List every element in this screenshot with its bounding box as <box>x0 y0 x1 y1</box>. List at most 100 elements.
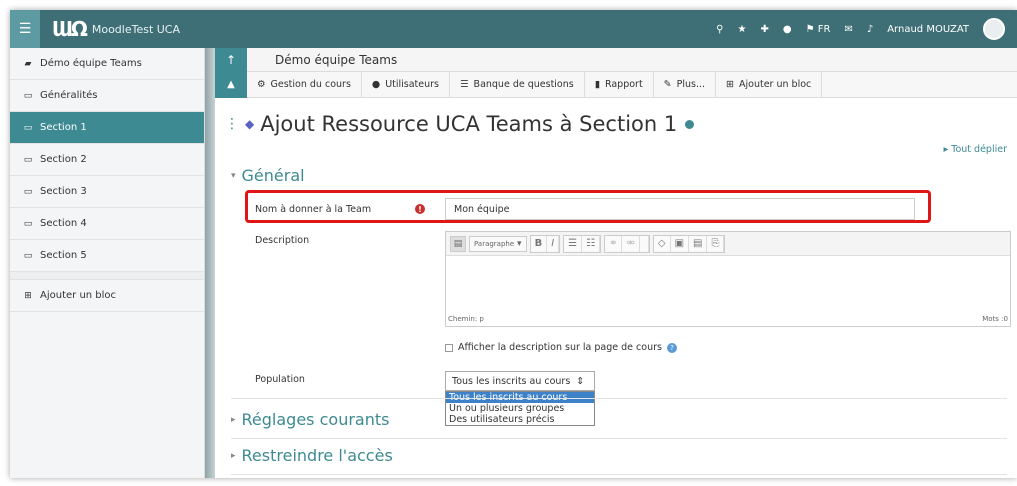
drawer-item-section-5[interactable]: ▭ Section 5 <box>10 240 204 272</box>
emoji-icon[interactable]: ◇ <box>654 235 671 252</box>
page-title: ⋮ ◆ Ajout Ressource UCA Teams à Section … <box>225 112 695 136</box>
notifications-icon[interactable]: ♪ <box>867 24 873 35</box>
section-common-settings[interactable]: ▸ Réglages courants <box>231 410 389 429</box>
link-icon[interactable]: ⚭ <box>605 235 623 252</box>
highlight-box <box>245 190 931 223</box>
empty-slot-icon <box>640 235 649 252</box>
select-arrows-icon: ⇕ <box>576 375 585 387</box>
drawer-item-section-2[interactable]: ▭ Section 2 <box>10 144 204 176</box>
section-restrict-title: Restreindre l'accès <box>241 446 393 465</box>
editor-footer: Chemin: p Mots :0 <box>446 312 1010 326</box>
show-description-checkbox[interactable] <box>445 343 453 352</box>
user-icon: ● <box>371 79 381 90</box>
avatar[interactable] <box>983 18 1005 40</box>
messages-icon[interactable]: ✉ <box>844 24 852 35</box>
expand-all-link[interactable]: ▸ Tout déplier <box>944 144 1008 155</box>
image-icon[interactable]: ▣ <box>671 235 690 252</box>
folder-icon: ▭ <box>23 122 33 133</box>
show-description-label: Afficher la description sur la page de c… <box>458 342 662 353</box>
population-select[interactable]: Tous les inscrits au cours ⇕ <box>445 371 595 391</box>
site-name[interactable]: MoodleTest UCA <box>92 23 180 36</box>
user-name[interactable]: Arnaud MOUZAT <box>887 24 969 35</box>
media-group: ◇ ▣ ▤ ⎘ <box>652 234 726 253</box>
section-restrict-access[interactable]: ▸ Restreindre l'accès <box>231 446 393 465</box>
editor-word-count: Mots :0 <box>982 315 1008 323</box>
bullet-list-icon[interactable]: ☰ <box>564 235 583 252</box>
drawer-item-section-1[interactable]: ▭ Section 1 <box>10 112 204 144</box>
main-content: ⋮ ◆ Ajout Ressource UCA Teams à Section … <box>225 98 1011 478</box>
unlink-icon[interactable]: ⚮ <box>622 235 640 252</box>
drawer-item-label: Démo équipe Teams <box>40 58 142 69</box>
app-frame: ☰ ƜΩ MoodleTest UCA ⚲ ★ ✚ ● ⚑ FR ✉ ♪ Arn… <box>10 10 1017 478</box>
description-label: Description <box>255 235 310 246</box>
gear-icon: ⚙ <box>257 79 266 90</box>
drawer-shadow <box>205 48 215 478</box>
graduation-cap-icon: ▰ <box>24 58 32 69</box>
help-icon[interactable] <box>685 119 695 129</box>
toolbar-course-admin[interactable]: ⚙ Gestion du cours <box>247 71 362 98</box>
course-toolbar: ▲ ⚙ Gestion du cours ● Utilisateurs ☰ Banqu… <box>215 71 1017 98</box>
drawer-item-label: Section 2 <box>40 154 87 165</box>
toolbar-label: Ajouter un bloc <box>739 79 812 90</box>
toolbar-add-block[interactable]: ⊞ Ajouter un bloc <box>716 71 823 98</box>
divider <box>231 474 1007 475</box>
editor-textarea[interactable] <box>446 256 1010 312</box>
population-option[interactable]: Un ou plusieurs groupes <box>446 403 594 414</box>
plus-square-icon: ⊞ <box>24 290 32 301</box>
italic-icon[interactable]: I <box>547 235 560 252</box>
plus-icon[interactable]: ✚ <box>760 24 768 35</box>
drawer-item-course[interactable]: ▰ Démo équipe Teams <box>10 48 204 80</box>
bold-icon[interactable]: B <box>531 235 548 252</box>
help-icon[interactable]: ? <box>666 342 677 353</box>
population-option[interactable]: Des utilisateurs précis <box>446 414 594 425</box>
drawer-add-block-label: Ajouter un bloc <box>40 290 117 301</box>
drawer-item-generalites[interactable]: ▭ Généralités <box>10 80 204 112</box>
editor-path: Chemin: p <box>448 315 484 323</box>
toolbar-report[interactable]: ▮ Rapport <box>585 71 654 98</box>
section-general-title: Général <box>241 166 305 185</box>
toolbar-label: Rapport <box>604 79 643 90</box>
manage-files-icon[interactable]: ⎘ <box>707 235 725 252</box>
graduation-cap-icon[interactable]: ▲ <box>215 71 247 98</box>
chevron-right-icon: ▸ <box>231 450 236 461</box>
up-arrow-icon[interactable]: ↑ <box>215 47 247 72</box>
numbered-list-icon[interactable]: ☷ <box>582 235 601 252</box>
editor-toggle-icon[interactable]: ▤ <box>450 235 466 252</box>
course-title[interactable]: Démo équipe Teams <box>275 53 397 67</box>
population-dropdown: Tous les inscrits au cours Un ou plusieu… <box>445 391 595 426</box>
drawer-divider <box>10 272 204 280</box>
toolbar-users[interactable]: ● Utilisateurs <box>362 71 451 98</box>
search-icon[interactable]: ⚲ <box>716 24 723 35</box>
drawer-add-block[interactable]: ⊞ Ajouter un bloc <box>10 280 204 312</box>
drawer-item-label: Section 5 <box>40 250 87 261</box>
show-description-row[interactable]: Afficher la description sur la page de c… <box>445 342 677 353</box>
menu-icon[interactable]: ☰ <box>10 10 40 48</box>
course-header: ↑ Démo équipe Teams <box>215 47 1017 72</box>
toolbar-question-bank[interactable]: ☰ Banque de questions <box>450 71 585 98</box>
paragraph-select[interactable]: Paragraphe ▾ <box>469 235 527 252</box>
folder-icon: ▭ <box>23 218 33 229</box>
media-icon[interactable]: ▤ <box>689 235 708 252</box>
section-general[interactable]: ▾ Général <box>231 166 305 185</box>
language-menu[interactable]: ⚑ FR <box>806 24 831 35</box>
toolbar-label: Banque de questions <box>473 79 574 90</box>
info-icon[interactable]: ● <box>783 24 792 35</box>
toolbar-label: Gestion du cours <box>270 79 351 90</box>
chevron-right-icon: ▸ <box>231 414 236 425</box>
wrench-icon: ✎ <box>663 79 672 90</box>
drawer-item-section-3[interactable]: ▭ Section 3 <box>10 176 204 208</box>
moodle-logo[interactable]: ƜΩ <box>52 17 88 41</box>
toolbar-more[interactable]: ✎ Plus... <box>654 71 717 98</box>
section-common-title: Réglages courants <box>241 410 390 429</box>
drawer-item-section-4[interactable]: ▭ Section 4 <box>10 208 204 240</box>
toolbar-label: Utilisateurs <box>385 79 440 90</box>
population-select-value: Tous les inscrits au cours <box>452 375 571 387</box>
population-label: Population <box>255 374 305 385</box>
navbar-right: ⚲ ★ ✚ ● ⚑ FR ✉ ♪ Arnaud MOUZAT <box>716 10 1005 48</box>
list-group: ☰ ☷ <box>563 234 602 253</box>
star-icon[interactable]: ★ <box>737 24 746 35</box>
chevron-down-icon: ▾ <box>231 170 236 181</box>
divider <box>231 438 1007 439</box>
description-editor[interactable]: ▤ Paragraphe ▾ B I ☰ ☷ ⚭ ⚮ ◇ ▣ ▤ ⎘ Chemi… <box>445 231 1011 327</box>
drag-handle-icon[interactable]: ⋮ <box>225 116 239 132</box>
